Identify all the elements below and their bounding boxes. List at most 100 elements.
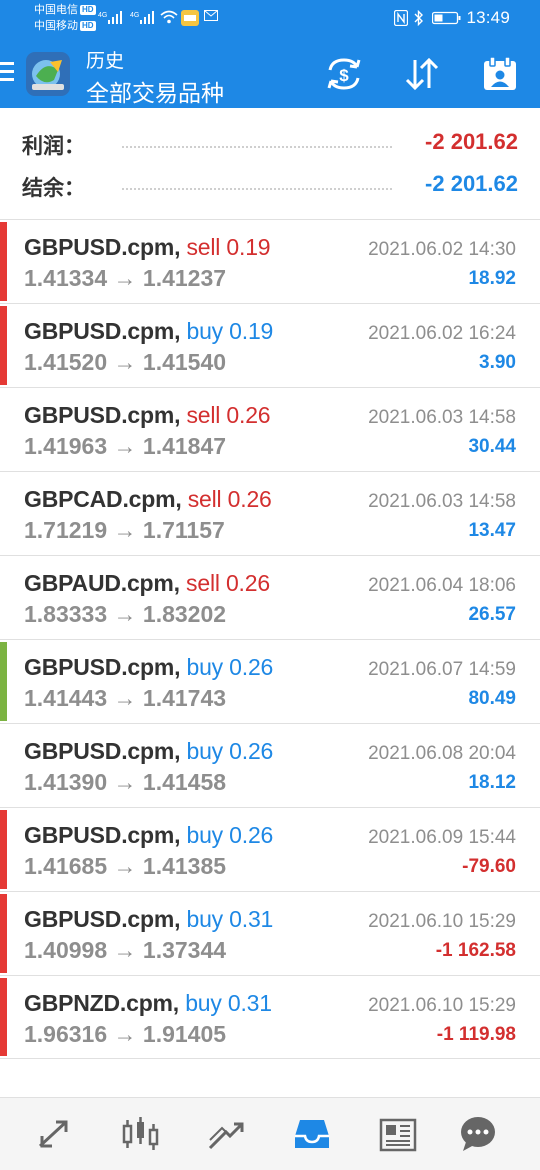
notification-app-icon [181,10,199,29]
app-logo-icon [24,50,72,98]
signal-icon: 4G [98,9,128,25]
deal-side: sell [186,570,220,596]
quotes-icon[interactable] [34,1114,74,1154]
deal-symbol-line: GBPUSD.cpm, sell 0.26 [24,402,271,429]
deal-side: buy [186,738,223,764]
deal-side-volume: sell 0.26 [186,402,270,428]
deal-date: 2021.06.10 15:29 [368,995,516,1016]
deal-row[interactable]: GBPUSD.cpm, buy 0.19 1.41520 → 1.41540 202… [0,303,540,387]
deal-row[interactable]: GBPUSD.cpm, sell 0.26 1.41963 → 1.41847 20… [0,387,540,471]
chart-icon[interactable] [120,1114,160,1154]
deal-profit: 3.90 [479,352,516,373]
deal-date: 2021.06.04 18:06 [368,575,516,596]
deal-row[interactable]: GBPAUD.cpm, sell 0.26 1.83333 → 1.83202 20… [0,555,540,639]
deal-row[interactable]: GBPUSD.cpm, buy 0.26 1.41390 → 1.41458 202… [0,723,540,807]
deal-side: buy [186,906,223,932]
deal-volume: 0.19 [226,234,271,260]
deal-symbol-line: GBPUSD.cpm, buy 0.26 [24,654,273,681]
svg-text:4G: 4G [98,12,107,19]
deal-symbol: GBPAUD.cpm, [24,570,180,596]
deal-date: 2021.06.07 14:59 [368,659,516,680]
currency-exchange-icon[interactable]: $ [324,54,364,94]
deal-profit: -1 119.98 [436,1024,516,1045]
deal-side-volume: buy 0.26 [186,654,273,680]
deal-side: sell [186,402,221,428]
deal-side: buy [186,318,223,344]
deal-row[interactable]: GBPNZD.cpm, buy 0.31 1.96316 → 1.91405 202… [0,975,540,1059]
balance-label: 结余： [22,177,85,200]
page-title: 历史 [86,51,125,72]
mail-icon [204,10,218,25]
deal-date: 2021.06.10 15:29 [368,911,516,932]
svg-text:4G: 4G [130,12,139,19]
history-icon[interactable] [292,1114,332,1154]
profit-value: -2 201.62 [425,129,518,154]
news-icon[interactable] [378,1114,418,1154]
deal-symbol-line: GBPAUD.cpm, sell 0.26 [24,570,270,597]
deal-symbol-line: GBPUSD.cpm, buy 0.26 [24,822,273,849]
deal-side-volume: buy 0.31 [186,906,273,932]
deal-row[interactable]: GBPUSD.cpm, buy 0.31 1.40998 → 1.37344 202… [0,891,540,975]
deal-symbol: GBPNZD.cpm, [24,990,179,1016]
deal-profit: 80.49 [468,688,516,709]
deal-prices: 1.41390 → 1.41458 [24,769,227,795]
deal-profit: 18.92 [468,268,516,289]
deal-symbol: GBPUSD.cpm, [24,318,181,344]
deal-side: buy [186,822,223,848]
wifi-icon [160,10,178,27]
deal-symbol-line: GBPUSD.cpm, sell 0.19 [24,234,271,261]
deal-profit: 13.47 [468,520,516,541]
deal-volume: 0.26 [227,486,272,512]
result-bar [0,894,7,973]
deal-side: sell [187,486,222,512]
hd-badge: HD [80,21,96,31]
carrier-1: 中国电信 HD [34,4,96,17]
deal-row[interactable]: GBPUSD.cpm, sell 0.19 1.41334 → 1.41237 20… [0,219,540,303]
deal-profit: -79.60 [462,856,516,877]
deal-volume: 0.26 [226,402,271,428]
deal-side: buy [185,990,222,1016]
deals-list: GBPUSD.cpm, sell 0.19 1.41334 → 1.41237 20… [0,219,540,1059]
profit-summary-row: 利润： -2 201.62 [0,124,540,164]
status-bar: 中国电信 HD 中国移动 HD 4G 4G 13:49 [0,0,540,38]
deal-symbol: GBPCAD.cpm, [24,486,182,512]
dotted-leader [122,146,392,148]
deal-side-volume: sell 0.26 [188,486,272,512]
result-bar [0,978,7,1056]
deal-row[interactable]: GBPCAD.cpm, sell 0.26 1.71219 → 1.71157 20… [0,471,540,555]
deal-row[interactable]: GBPUSD.cpm, buy 0.26 1.41685 → 1.41385 202… [0,807,540,891]
deal-symbol-line: GBPUSD.cpm, buy 0.26 [24,738,273,765]
deal-prices: 1.41520 → 1.41540 [24,349,227,375]
deal-date: 2021.06.03 14:58 [368,407,516,428]
deal-side-volume: buy 0.26 [186,822,273,848]
deal-side: buy [186,654,223,680]
deal-side: sell [186,234,221,260]
deal-prices: 1.41334 → 1.41237 [24,265,227,291]
deal-volume: 0.26 [225,570,270,596]
hd-badge: HD [80,5,96,15]
deal-side-volume: buy 0.26 [186,738,273,764]
deal-volume: 0.26 [229,738,274,764]
result-bar [0,306,7,385]
chat-icon[interactable] [458,1114,498,1154]
deal-symbol: GBPUSD.cpm, [24,906,181,932]
deal-symbol-line: GBPNZD.cpm, buy 0.31 [24,990,272,1017]
deal-row[interactable]: GBPUSD.cpm, buy 0.26 1.41443 → 1.41743 202… [0,639,540,723]
deal-prices: 1.40998 → 1.37344 [24,937,227,963]
sort-icon[interactable] [402,54,442,94]
trade-icon[interactable] [206,1114,246,1154]
deal-prices: 1.96316 → 1.91405 [24,1021,227,1047]
app-header: 中国电信 HD 中国移动 HD 4G 4G 13:49 历史 全部交易品种 $ [0,0,540,108]
deal-date: 2021.06.02 16:24 [368,323,516,344]
signal-icon-2: 4G [130,9,160,25]
deal-profit: -1 162.58 [435,940,516,961]
deal-volume: 0.26 [229,822,274,848]
deal-symbol: GBPUSD.cpm, [24,654,181,680]
deal-profit: 26.57 [468,604,516,625]
symbol-filter[interactable]: 全部交易品种 [86,74,224,108]
deal-symbol: GBPUSD.cpm, [24,402,181,428]
menu-button[interactable] [0,62,16,84]
calendar-icon[interactable] [480,54,520,94]
deal-side-volume: buy 0.19 [186,318,273,344]
deal-symbol-line: GBPCAD.cpm, sell 0.26 [24,486,272,513]
